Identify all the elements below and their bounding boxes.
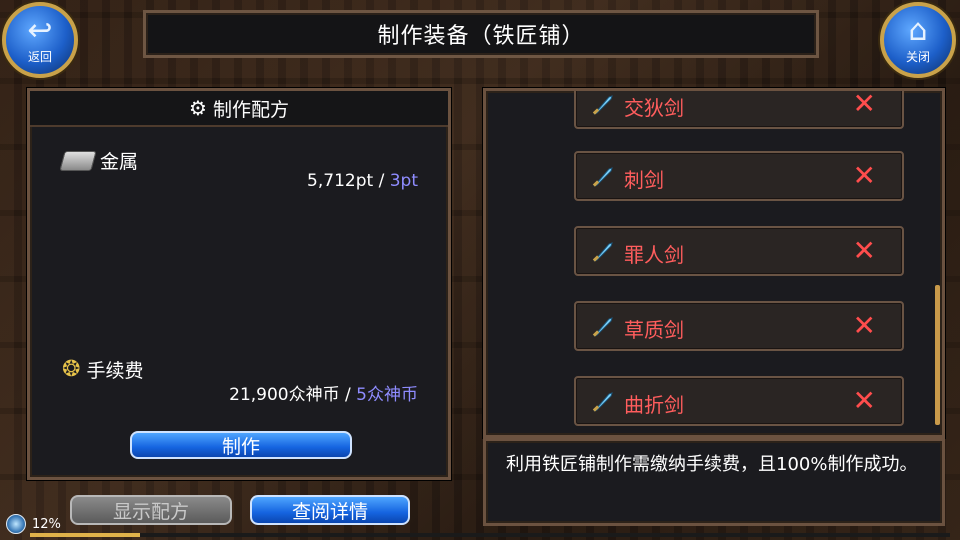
metal-ingot-icon (59, 150, 97, 171)
loading-icon (6, 514, 26, 534)
back-button[interactable]: ↩ 返回 (2, 2, 78, 78)
fee-label: 手续费 (86, 360, 144, 382)
page-title-bar: 制作装备（铁匠铺） (143, 10, 819, 58)
coins-icon: ❂ (62, 357, 81, 382)
sword-icon (590, 389, 616, 415)
metal-row: 金属 (59, 147, 139, 174)
metal-value: 5,712pt / 3pt (307, 171, 418, 191)
sword-icon (590, 239, 616, 265)
item-name: 草质剑 (624, 318, 684, 342)
back-arrow-icon: ↩ (27, 12, 53, 48)
list-scrollbar[interactable] (935, 285, 940, 425)
list-item[interactable]: 曲折剑 ✕ (574, 376, 904, 426)
fee-separator: / (345, 385, 351, 405)
status-percent: 12% (32, 516, 61, 532)
close-icon: ✕ (852, 309, 876, 342)
home-icon: ⌂ (908, 12, 928, 48)
recipe-title: 制作配方 (212, 98, 289, 121)
sword-icon (590, 314, 616, 340)
list-item[interactable]: 刺剑 ✕ (574, 151, 904, 201)
metal-label: 金属 (100, 151, 139, 173)
back-label: 返回 (27, 49, 52, 64)
recipe-header: ⚙ 制作配方 (30, 91, 448, 127)
metal-have: 5,712pt (307, 171, 374, 191)
metal-need: 3pt (389, 171, 418, 191)
view-details-button[interactable]: 查阅详情 (250, 495, 410, 525)
list-item[interactable]: 草质剑 ✕ (574, 301, 904, 351)
show-recipe-label: 显示配方 (112, 500, 189, 523)
item-name: 曲折剑 (624, 393, 684, 417)
item-name: 交狄剑 (624, 96, 684, 120)
metal-separator: / (378, 171, 385, 191)
fee-row: ❂ 手续费 (62, 356, 143, 383)
close-button[interactable]: ⌂ 关闭 (880, 2, 956, 78)
item-name: 罪人剑 (624, 243, 684, 267)
description-text: 利用铁匠铺制作需缴纳手续费，且100%制作成功。 (506, 454, 918, 475)
list-item[interactable]: 交狄剑 ✕ (574, 88, 904, 129)
show-recipe-button[interactable]: 显示配方 (70, 495, 232, 525)
close-icon: ✕ (852, 234, 876, 267)
progress-fill (30, 533, 141, 537)
fee-need: 5众神币 (356, 385, 418, 405)
page-title: 制作装备（铁匠铺） (377, 24, 585, 49)
close-icon: ✕ (852, 88, 876, 120)
close-label: 关闭 (905, 49, 930, 64)
recipe-panel: ⚙ 制作配方 金属 5,712pt / 3pt ❂ 手续费 21,900众神币 … (27, 88, 451, 480)
view-details-label: 查阅详情 (291, 500, 368, 523)
fee-have: 21,900众神币 (229, 385, 340, 405)
item-name: 刺剑 (624, 168, 664, 192)
progress-bar (30, 533, 950, 537)
craft-button[interactable]: 制作 (130, 431, 352, 459)
status-indicator: 12% (6, 514, 61, 534)
sword-icon (590, 92, 616, 118)
fee-value: 21,900众神币 / 5众神币 (229, 380, 418, 405)
list-item[interactable]: 罪人剑 ✕ (574, 226, 904, 276)
close-icon: ✕ (852, 384, 876, 417)
craft-button-label: 制作 (221, 435, 260, 458)
item-list-panel: 交狄剑 ✕ 刺剑 ✕ 罪人剑 ✕ 草质剑 ✕ 曲折剑 ✕ (483, 88, 945, 438)
description-panel: 利用铁匠铺制作需缴纳手续费，且100%制作成功。 (483, 438, 945, 526)
recipe-book-icon: ⚙ (189, 96, 207, 120)
close-icon: ✕ (852, 159, 876, 192)
sword-icon (590, 164, 616, 190)
